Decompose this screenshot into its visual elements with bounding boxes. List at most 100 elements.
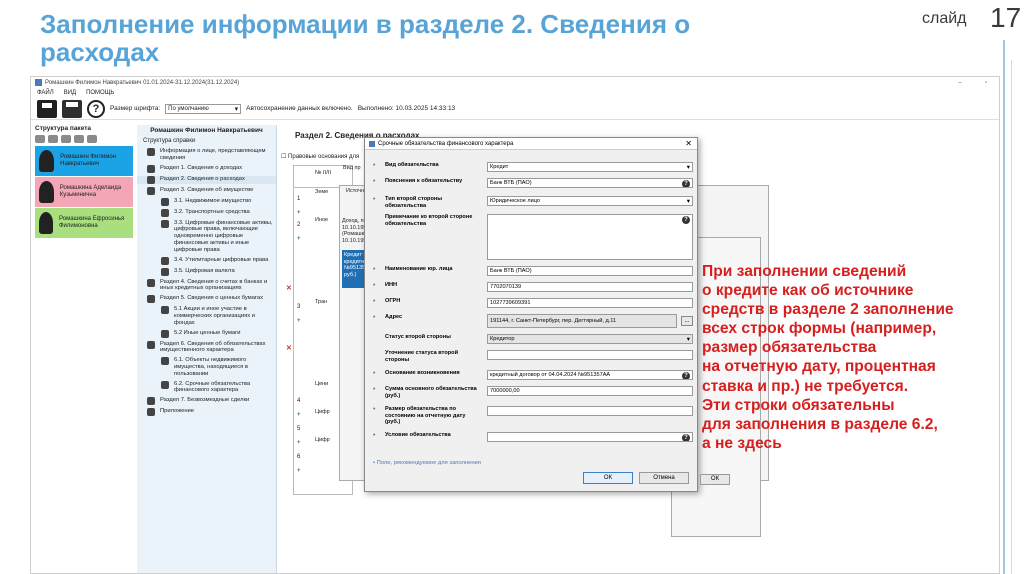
digital-assets-icon	[161, 219, 169, 228]
dialog-app-icon	[369, 140, 375, 147]
print-icon[interactable]	[62, 99, 82, 118]
legal-basis-checkbox[interactable]: ☐ Правовые основания для	[281, 153, 359, 160]
field-label: Сумма основного обязательства (руб.)	[385, 386, 477, 399]
font-size-value: По умолчанию	[168, 105, 209, 112]
slide-number: 17	[990, 2, 1022, 33]
font-size-select[interactable]: По умолчанию	[165, 103, 242, 114]
tree-item[interactable]: 3.2. Транспортные средства	[137, 208, 276, 217]
remove-person-icon[interactable]	[74, 135, 84, 143]
tree-header: Ромашкин Филимон Навкратьевич	[150, 127, 263, 134]
car-icon	[161, 208, 169, 217]
edit-person-icon[interactable]	[87, 135, 97, 143]
tree-item[interactable]: Информация о лице, представляющем сведен…	[137, 148, 276, 162]
window-titlebar: Ромашкин Филимон Навкратьевич 01.01.2024…	[31, 77, 999, 88]
balance-input[interactable]	[487, 406, 693, 416]
save-icon[interactable]	[37, 99, 57, 118]
row-kind-cen: Цени	[315, 381, 329, 387]
ogrn-input[interactable]: 1027739609391	[487, 298, 693, 308]
delete-icon[interactable]: ✕	[286, 344, 292, 352]
condition-input[interactable]	[487, 432, 693, 442]
person-item[interactable]: Ромашкин Филимон Навкратьевич	[35, 146, 133, 176]
minimize-icon[interactable]: –	[947, 80, 973, 86]
person-item[interactable]: Ромашкина Аделаида Кузьминична	[35, 177, 133, 207]
dialog-title: Срочные обязательства финансового характ…	[378, 140, 514, 147]
row-kind-cif2: Цифр	[315, 437, 330, 443]
address-input[interactable]: 191144, г. Санкт-Петербург, пер. Дегтярн…	[487, 314, 677, 328]
delete-icon[interactable]: ✕	[286, 284, 292, 292]
tree-item[interactable]: Раздел 4. Сведения о счетах в банках и и…	[137, 278, 276, 293]
tree-item[interactable]: Раздел 5. Сведения о ценных бумагах	[137, 295, 276, 304]
address-browse-button[interactable]: ...	[681, 316, 693, 326]
menu-help[interactable]: ПОМОЩЬ	[86, 90, 114, 96]
inn-input[interactable]: 7702070139	[487, 282, 693, 292]
tree-item[interactable]: 5.2 Иные ценные бумаги	[137, 329, 276, 338]
obligation-dialog: Срочные обязательства финансового характ…	[364, 137, 698, 492]
tree-item[interactable]: 3.4. Утилитарные цифровые права	[137, 256, 276, 265]
cancel-button[interactable]: Отмена	[639, 472, 689, 484]
obligation-notes-input[interactable]: Банк ВТБ (ПАО)	[487, 178, 693, 188]
field-label: Вид обязательства	[385, 162, 439, 168]
field-label: Условие обязательства	[385, 432, 451, 438]
tree-item[interactable]: 3.1. Недвижимое имущество	[137, 197, 276, 206]
add-spouse-icon[interactable]	[48, 135, 58, 143]
menu-bar: ФАЙЛ ВИД ПОМОЩЬ	[31, 88, 999, 98]
add-child-icon[interactable]	[61, 135, 71, 143]
tree-item-label: Раздел 5. Сведения о ценных бумагах	[160, 295, 264, 302]
principal-input[interactable]: 7000000,00	[487, 386, 693, 396]
row-kind-zem: Земе	[315, 189, 329, 195]
package-title: Структура пакета	[35, 125, 92, 132]
font-size-label: Размер шрифта:	[110, 105, 161, 112]
tree-item[interactable]: Приложение	[137, 408, 276, 417]
obligation-icon	[161, 380, 169, 389]
decor-line-thin	[1011, 60, 1012, 574]
tree-item-label: Раздел 2. Сведения о расходах	[160, 175, 245, 182]
party-note-textarea[interactable]	[487, 214, 693, 260]
tree-item-label: Раздел 4. Сведения о счетах в банках и и…	[160, 278, 268, 292]
tree-item[interactable]: Раздел 3. Сведения об имуществе	[137, 186, 276, 195]
utility-rights-icon	[161, 256, 169, 265]
house-icon	[161, 197, 169, 206]
tree-item[interactable]: 3.5. Цифровая валюта	[137, 267, 276, 276]
person-item[interactable]: Ромашкина Ефросинья Филимоновна	[35, 208, 133, 238]
tree-subtitle: Структура справки	[143, 138, 196, 144]
app-icon	[35, 79, 42, 86]
maximize-icon[interactable]: ▫	[973, 80, 999, 86]
menu-file[interactable]: ФАЙЛ	[37, 90, 54, 96]
tree-item[interactable]: Раздел 6. Сведения об обязательствах иму…	[137, 340, 276, 355]
background-ok-button[interactable]: ОК	[700, 474, 730, 485]
row-kind-inoe: Иное	[315, 217, 329, 223]
recommended-dot-icon: •	[373, 266, 376, 273]
obligation-kind-select[interactable]: Кредит	[487, 162, 693, 172]
document-icon	[161, 329, 169, 338]
row-number: 3	[297, 304, 301, 310]
person-avatar	[39, 181, 54, 203]
party-status-select[interactable]: Кредитор	[487, 334, 693, 344]
tree-item[interactable]: 5.1 Акции и иное участие в коммерческих …	[137, 306, 276, 326]
close-icon[interactable]: ✕	[685, 139, 692, 148]
help-icon[interactable]: ?	[87, 99, 105, 118]
tree-item[interactable]: Раздел 2. Сведения о расходах	[137, 175, 276, 184]
status-clarify-input[interactable]	[487, 350, 693, 360]
tree-item-label: Информация о лице, представляющем сведен…	[160, 148, 266, 161]
add-person-icon[interactable]	[35, 135, 45, 143]
row-number: 1	[297, 196, 301, 202]
recommended-dot-icon: •	[373, 370, 376, 377]
field-label: Тип второй стороны обязательства	[385, 196, 443, 209]
attachment-icon	[147, 408, 155, 417]
ok-button[interactable]: ОК	[583, 472, 633, 484]
person-avatar	[39, 212, 53, 234]
basis-input[interactable]: кредитный договор от 04.04.2024 №951357А…	[487, 370, 693, 380]
row-kind-cif1: Цифр	[315, 409, 330, 415]
org-name-input[interactable]: Банк ВТБ (ПАО)	[487, 266, 693, 276]
menu-view[interactable]: ВИД	[64, 90, 76, 96]
col-kind-header: Вид пр	[343, 165, 361, 171]
tree-item[interactable]: 6.2. Срочные обязательства финансового х…	[137, 380, 276, 395]
tree-item-label: Раздел 3. Сведения об имуществе	[160, 186, 254, 193]
field-label: Уточнение статуса второй стороны	[385, 350, 459, 363]
autosave-status: Автосохранение данных включено.	[246, 105, 353, 112]
tree-item[interactable]: Раздел 7. Безвозмездные сделки	[137, 397, 276, 406]
tree-item[interactable]: 3.3. Цифровые финансовые активы, цифровы…	[137, 219, 276, 254]
party-type-select[interactable]: Юридическое лицо	[487, 196, 693, 206]
tree-item[interactable]: 6.1. Объекты недвижимого имущества, нахо…	[137, 357, 276, 377]
tree-item[interactable]: Раздел 1. Сведения о доходах	[137, 164, 276, 173]
